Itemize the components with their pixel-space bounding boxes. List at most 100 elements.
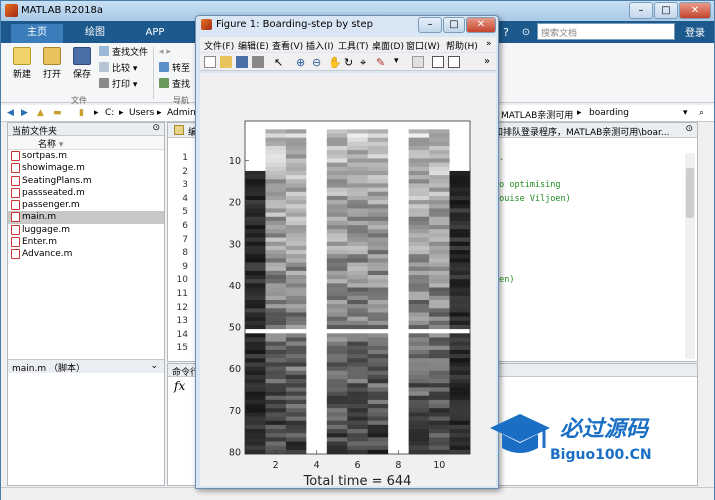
scrollbar-thumb[interactable] <box>686 168 694 218</box>
help-icon[interactable]: ? <box>497 24 515 43</box>
file-name: Advance.m <box>22 249 73 260</box>
address-dropdown-icon[interactable]: ▾ <box>683 108 688 118</box>
m-file-icon <box>11 212 20 223</box>
new-icon <box>13 47 31 65</box>
name-column-header[interactable]: 名称 ▾ <box>8 136 164 150</box>
file-item[interactable]: main.m <box>8 211 164 224</box>
file-name: passenger.m <box>22 200 80 211</box>
open-button[interactable]: 打开 <box>39 47 65 80</box>
pointer-icon[interactable]: ↖ <box>274 56 286 69</box>
menu-overflow-icon[interactable]: » <box>486 39 492 49</box>
file-item[interactable]: Enter.m <box>8 236 164 248</box>
new-button[interactable]: 新建 <box>9 47 35 80</box>
x-tick-label: 4 <box>314 460 320 471</box>
goto-button[interactable]: 转至 <box>159 62 190 75</box>
menu-desktop[interactable]: 桌面(D) <box>372 39 404 52</box>
file-name: main.m <box>22 212 57 223</box>
zoom-in-icon[interactable]: ⊕ <box>296 56 308 69</box>
panel-menu-icon[interactable]: ⊙ <box>152 123 160 133</box>
legend-toggle-icon[interactable] <box>432 56 444 68</box>
file-item[interactable]: passseated.m <box>8 187 164 199</box>
open-file-icon[interactable] <box>220 56 232 68</box>
data-cursor-icon[interactable]: ⌖ <box>360 56 372 69</box>
figure-close-button[interactable]: ✕ <box>466 17 496 33</box>
save-button[interactable]: 保存 <box>69 47 95 80</box>
forward-arrow-icon[interactable]: ▶ <box>21 108 28 118</box>
file-name: luggage.m <box>22 224 71 235</box>
line-number: 15 <box>176 343 188 354</box>
browse-folder-icon[interactable]: ▬ <box>53 108 62 118</box>
brush-icon[interactable]: ✎ <box>376 56 388 69</box>
find-files-button[interactable]: 查找文件 <box>99 46 148 59</box>
brush-dropdown-icon[interactable]: ▾ <box>394 56 406 68</box>
breadcrumb-admin[interactable]: Admin <box>167 108 196 118</box>
menu-window[interactable]: 窗口(W) <box>406 39 440 52</box>
rotate-icon[interactable]: ↻ <box>344 56 356 69</box>
fx-prompt[interactable]: fx <box>174 379 185 393</box>
tab-home[interactable]: 主页 <box>11 24 63 43</box>
toolbar-overflow-icon[interactable]: » <box>484 56 496 68</box>
print-icon <box>99 78 109 88</box>
back-arrow-icon[interactable]: ◀ <box>7 108 14 118</box>
find-files-label: 查找文件 <box>112 48 149 58</box>
menu-tools[interactable]: 工具(T) <box>338 39 369 52</box>
new-figure-icon[interactable] <box>204 56 216 68</box>
seat-image-plot[interactable]: 10 20 30 40 50 60 70 80 2 4 6 8 10 Total time = 644 <box>200 73 496 486</box>
breadcrumb-c[interactable]: C: <box>105 108 114 118</box>
save-figure-icon[interactable] <box>236 56 248 68</box>
print-figure-icon[interactable] <box>252 56 264 68</box>
menu-edit[interactable]: 编辑(E) <box>238 39 269 52</box>
breadcrumb-arrow-icon: ▸ <box>157 108 162 118</box>
menu-file[interactable]: 文件(F) <box>204 39 234 52</box>
find-button[interactable]: 查找 <box>159 78 190 91</box>
compare-button[interactable]: 比较 ▾ <box>99 62 137 75</box>
editor-menu-icon[interactable]: ⊙ <box>685 124 693 134</box>
breadcrumb-users[interactable]: Users <box>129 108 154 118</box>
file-item[interactable]: luggage.m <box>8 224 164 236</box>
close-button[interactable]: ✕ <box>679 2 711 19</box>
colorbar-icon[interactable] <box>412 56 424 68</box>
search-filter-icon[interactable]: ⊙ <box>519 24 533 43</box>
menu-help[interactable]: 帮助(H) <box>446 39 478 52</box>
minimize-button[interactable]: – <box>629 2 653 19</box>
line-number: 14 <box>176 329 188 340</box>
m-file-icon <box>11 249 20 260</box>
m-file-icon <box>11 151 20 161</box>
tab-apps[interactable]: APP <box>127 24 183 43</box>
file-item[interactable]: Advance.m <box>8 248 164 260</box>
address-search-icon[interactable]: ⌕ <box>699 108 704 118</box>
back-forward-icons[interactable]: ◂ ▸ <box>159 46 171 59</box>
print-button[interactable]: 打印 ▾ <box>99 78 137 91</box>
find-label: 查找 <box>172 80 191 90</box>
file-item[interactable]: showimage.m <box>8 162 164 174</box>
search-input[interactable]: 搜索文档 <box>537 23 675 40</box>
file-item[interactable]: SeatingPlans.m <box>8 175 164 187</box>
breadcrumb-folder[interactable]: MATLAB亲测可用 <box>501 108 573 121</box>
collapse-icon[interactable]: ⌄ <box>150 361 158 371</box>
watermark-title: 必过源码 <box>560 417 650 442</box>
zoom-out-icon[interactable]: ⊖ <box>312 56 324 69</box>
figure-minimize-button[interactable]: – <box>418 17 442 33</box>
x-tick-label: 8 <box>395 460 401 471</box>
breadcrumb-boarding[interactable]: boarding <box>589 108 629 118</box>
detail-text: main.m （脚本） <box>12 364 85 374</box>
line-number: 9 <box>182 261 188 272</box>
file-item[interactable]: sortpas.m <box>8 150 164 162</box>
figure-maximize-button[interactable]: □ <box>443 17 465 33</box>
pan-hand-icon[interactable]: ✋ <box>328 56 342 69</box>
menu-view[interactable]: 查看(V) <box>272 39 303 52</box>
maximize-button[interactable]: □ <box>654 2 678 19</box>
login-link[interactable]: 登录 <box>685 24 705 39</box>
tab-plots[interactable]: 绘图 <box>67 24 123 43</box>
code-line: to optimising <box>494 180 561 191</box>
file-item[interactable]: passenger.m <box>8 199 164 211</box>
figure-title: Figure 1: Boarding-step by step <box>216 19 373 30</box>
x-tick-label: 10 <box>433 460 445 471</box>
up-folder-icon[interactable]: ▲ <box>37 108 44 118</box>
m-file-icon <box>11 187 20 198</box>
menu-insert[interactable]: 插入(I) <box>306 39 334 52</box>
compare-icon <box>99 62 109 72</box>
file-name: SeatingPlans.m <box>22 175 92 186</box>
editor-scrollbar[interactable] <box>685 153 695 359</box>
plot-tools-icon[interactable] <box>448 56 460 68</box>
